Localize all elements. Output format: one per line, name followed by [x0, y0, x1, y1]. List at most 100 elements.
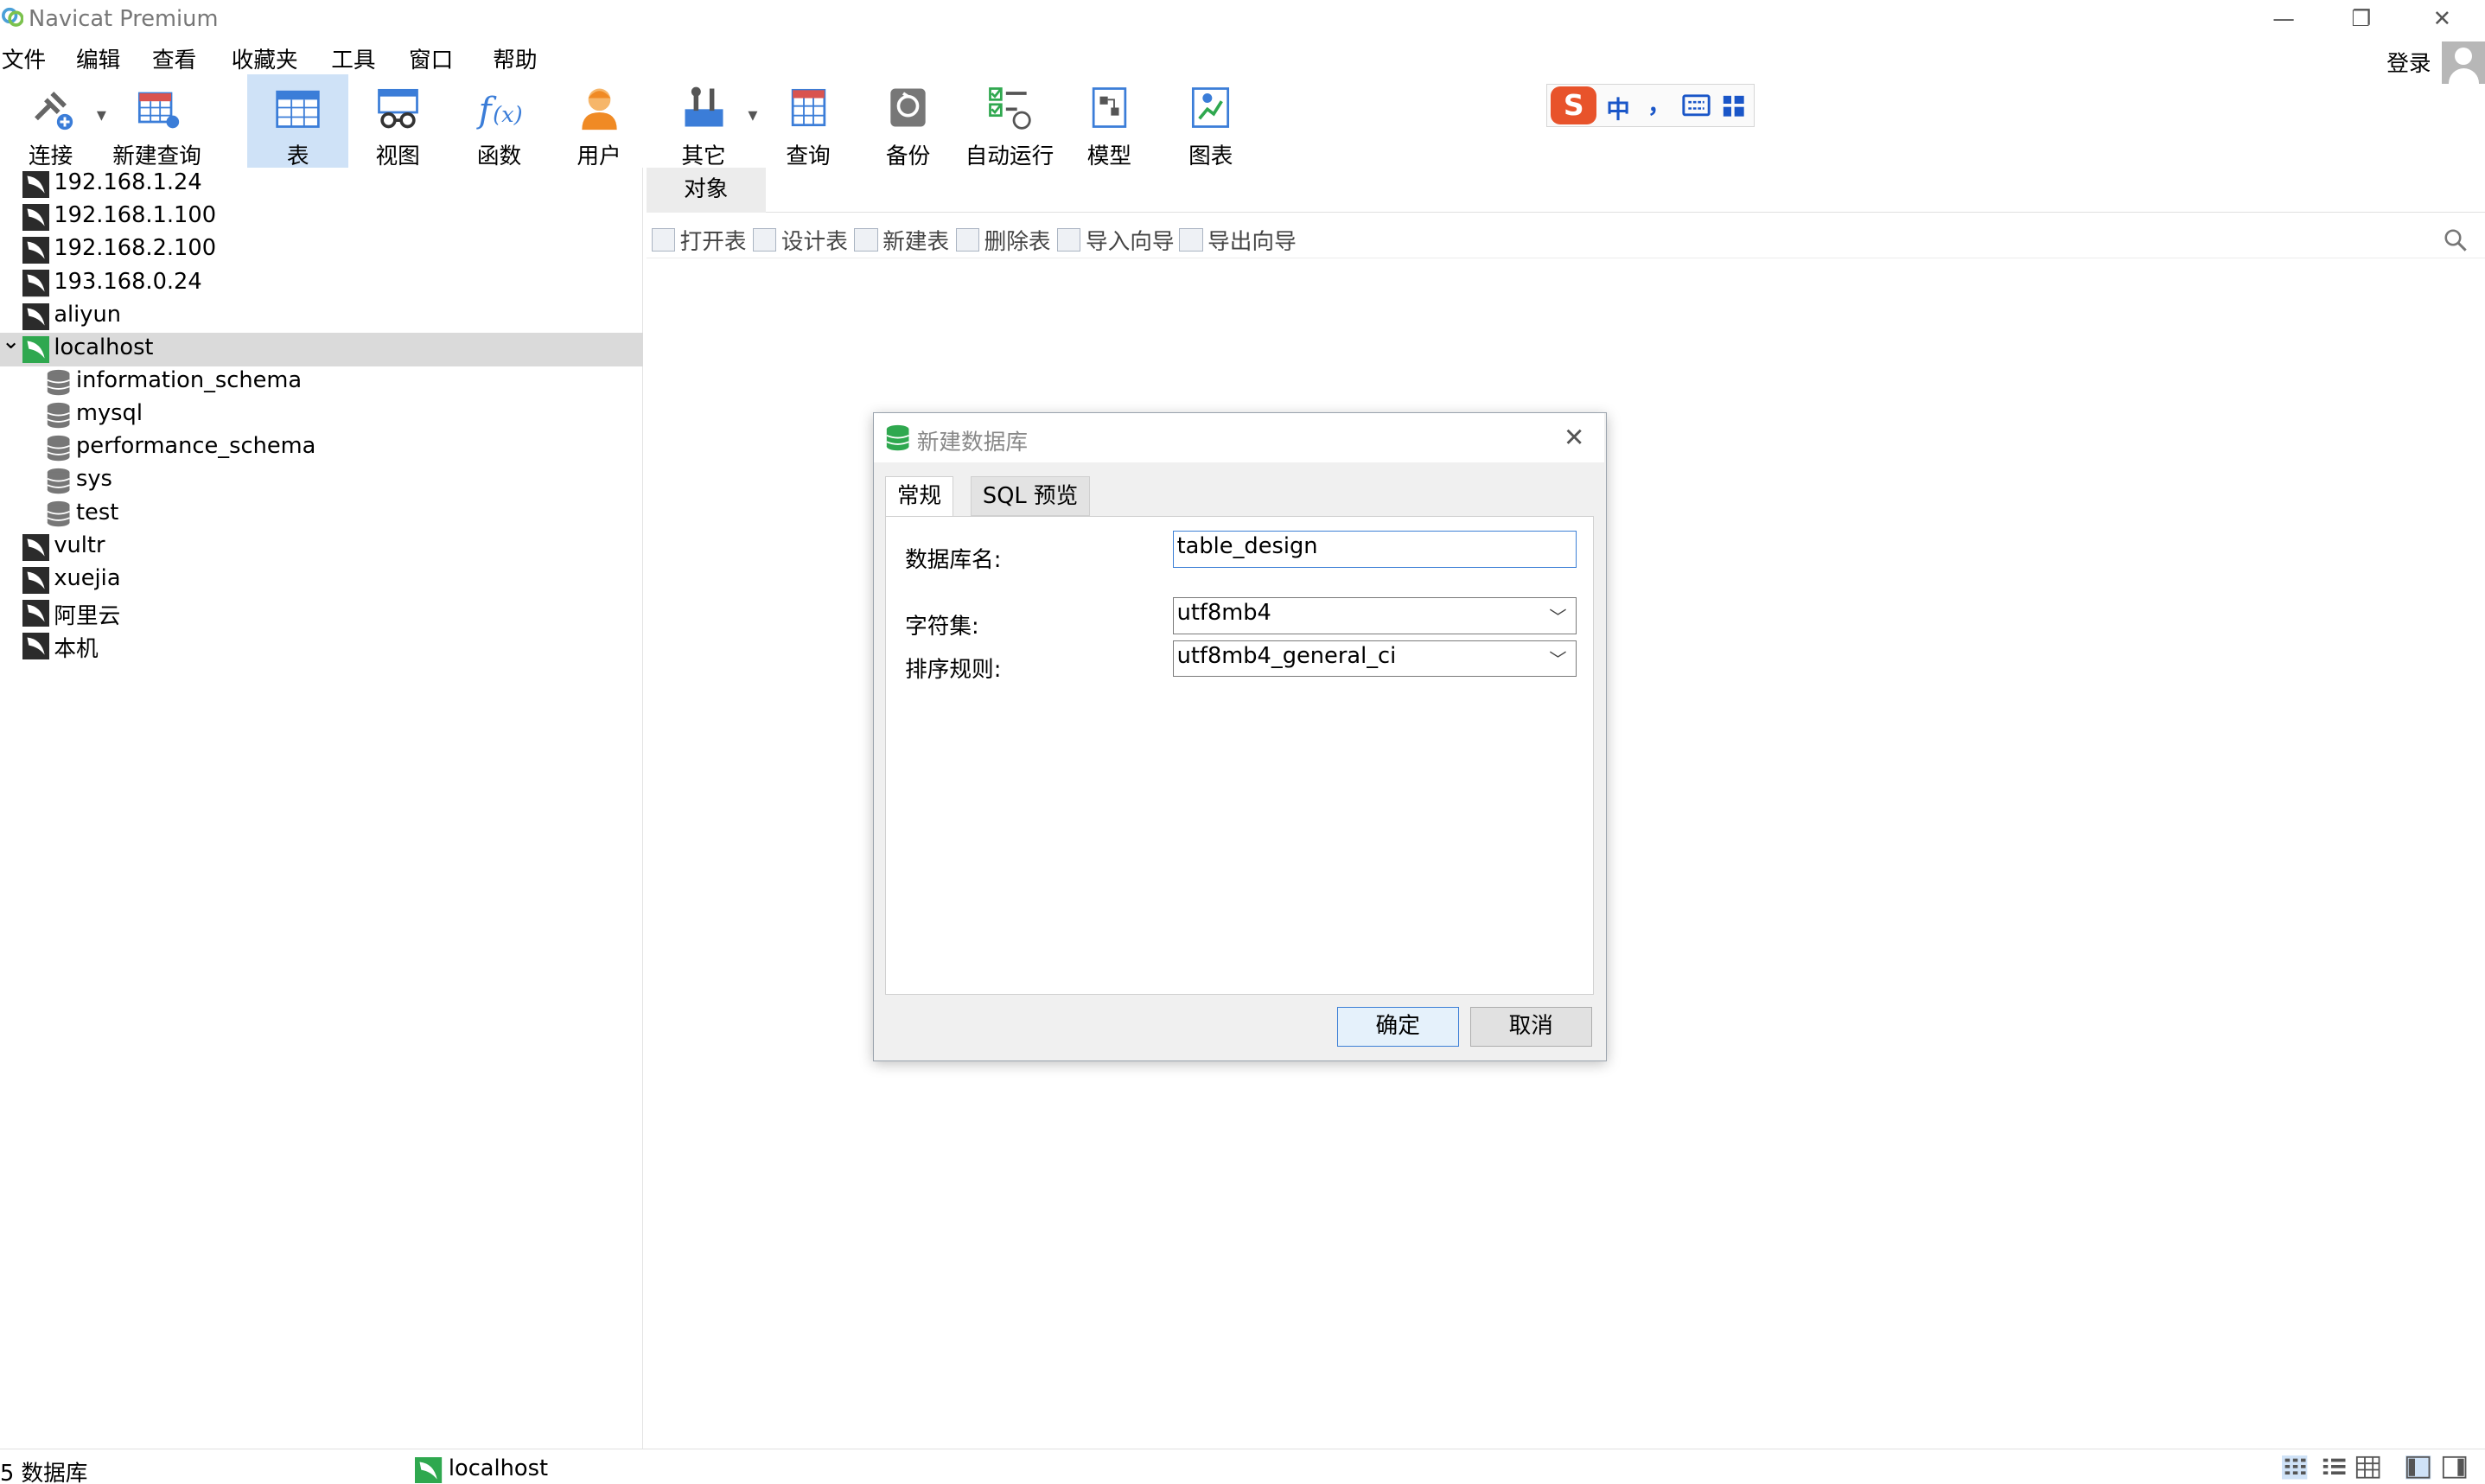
model-button[interactable]: 模型	[1068, 74, 1150, 169]
other-button[interactable]: 其它	[662, 74, 744, 169]
menu-view[interactable]: 查看	[152, 42, 196, 74]
tree-connection-item[interactable]: ⌄ localhost	[0, 328, 644, 366]
open-table-icon	[651, 227, 676, 252]
automation-button[interactable]: 自动运行	[962, 74, 1057, 169]
other-label: 其它	[681, 143, 726, 169]
tree-connection-item[interactable]: aliyun	[0, 300, 643, 334]
tree-connection-item[interactable]: 本机	[0, 629, 643, 663]
sogou-logo-icon: S	[1551, 86, 1597, 124]
new-table-icon	[854, 227, 878, 252]
db-name-label: 数据库名:	[905, 547, 1002, 574]
avatar[interactable]	[2442, 41, 2485, 85]
mysql-connection-icon	[22, 270, 49, 297]
tree-database-item[interactable]: test	[0, 498, 643, 532]
tree-database-item[interactable]: information_schema	[0, 366, 643, 399]
collation-value: utf8mb4_general_ci	[1176, 642, 1397, 669]
view-glasses-icon	[377, 89, 418, 129]
menu-window[interactable]: 窗口	[409, 42, 453, 74]
tree-connection-item[interactable]: 193.168.0.24	[0, 267, 643, 301]
menu-help[interactable]: 帮助	[493, 42, 537, 74]
import-wizard-button[interactable]: 导入向导	[1056, 224, 1175, 256]
design-table-button[interactable]: 设计表	[752, 224, 848, 256]
keyboard-icon[interactable]	[1682, 94, 1711, 117]
tab-sql-preview[interactable]: SQL 预览	[971, 476, 1090, 516]
grid-view-icon[interactable]	[2282, 1455, 2308, 1480]
chevron-down-icon: ﹀	[1549, 649, 1567, 671]
ok-button[interactable]: 确定	[1336, 1007, 1459, 1048]
new-table-button[interactable]: 新建表	[854, 224, 949, 256]
tree-database-item[interactable]: sys	[0, 465, 643, 499]
tree-item-label: performance_schema	[76, 433, 316, 460]
new-query-icon	[137, 92, 180, 129]
mysql-connection-icon	[22, 237, 49, 264]
tree-connection-item[interactable]: 192.168.2.100	[0, 234, 643, 268]
tab-objects[interactable]: 对象	[647, 168, 766, 213]
connect-button[interactable]: 连接	[10, 74, 92, 169]
mysql-connection-icon	[22, 533, 49, 561]
ime-mode[interactable]: 中	[1606, 90, 1630, 124]
other-dropdown-icon[interactable]: ▾	[748, 105, 757, 126]
tree-connection-item[interactable]: 192.168.1.100	[0, 201, 643, 234]
tree-database-item[interactable]: mysql	[0, 398, 643, 432]
chevron-down-icon[interactable]: ⌄	[2, 328, 21, 354]
menu-edit[interactable]: 编辑	[76, 42, 120, 74]
new-database-dialog: 新建数据库 ✕ 常规 SQL 预览 数据库名: table_design 字符集…	[873, 411, 1608, 1062]
main-tab-bar: 对象	[647, 168, 2485, 213]
db-name-input[interactable]: table_design	[1172, 531, 1577, 568]
menu-bar: 文件 编辑 查看 收藏夹 工具 窗口 帮助	[0, 41, 2485, 73]
login-link[interactable]: 登录	[2386, 46, 2431, 78]
export-icon	[1179, 227, 1203, 252]
tree-connection-item[interactable]: 阿里云	[0, 596, 643, 630]
detail-view-icon[interactable]	[2355, 1455, 2380, 1480]
tree-item-label: 192.168.1.100	[54, 202, 217, 229]
model-label: 模型	[1086, 143, 1132, 169]
list-view-icon[interactable]	[2322, 1455, 2347, 1480]
tree-item-label: 本机	[54, 636, 99, 663]
backup-button[interactable]: 备份	[867, 74, 949, 169]
connect-dropdown-icon[interactable]: ▾	[97, 105, 106, 126]
tree-database-item[interactable]: performance_schema	[0, 431, 643, 465]
import-wizard-label: 导入向导	[1085, 228, 1175, 255]
automation-label: 自动运行	[965, 143, 1055, 169]
ime-menu-grid-icon[interactable]	[1722, 94, 1746, 118]
close-window-button[interactable]: ✕	[2404, 0, 2480, 40]
search-icon[interactable]	[2444, 228, 2468, 252]
collation-select[interactable]: utf8mb4_general_ci ﹀	[1172, 640, 1577, 678]
menu-file[interactable]: 文件	[2, 42, 46, 74]
automation-checklist-icon	[989, 87, 1032, 130]
tree-connection-item[interactable]: xuejia	[0, 564, 643, 597]
open-table-button[interactable]: 打开表	[651, 224, 747, 256]
minimize-button[interactable]: —	[2246, 0, 2322, 40]
ime-punct[interactable]: ，	[1647, 85, 1672, 119]
tab-general[interactable]: 常规	[885, 476, 954, 518]
menu-favorites[interactable]: 收藏夹	[232, 42, 298, 74]
tree-connection-item[interactable]: 192.168.1.24	[0, 168, 643, 201]
tree-item-label: test	[76, 499, 119, 525]
export-wizard-button[interactable]: 导出向导	[1179, 224, 1297, 256]
tree-connection-item[interactable]: vultr	[0, 531, 643, 564]
query-button[interactable]: 查询	[767, 74, 849, 169]
user-button[interactable]: 用户	[558, 74, 640, 169]
query-label: 查询	[786, 143, 831, 169]
panel-left-icon[interactable]	[2405, 1455, 2431, 1480]
charset-value: utf8mb4	[1176, 600, 1271, 627]
menu-tools[interactable]: 工具	[331, 42, 375, 74]
tree-item-label: aliyun	[54, 301, 122, 328]
restore-button[interactable]: ❐	[2323, 0, 2399, 40]
chart-button[interactable]: 图表	[1169, 74, 1252, 169]
chevron-down-icon: ﹀	[1549, 606, 1567, 627]
cancel-button[interactable]: 取消	[1469, 1007, 1592, 1048]
view-button[interactable]: 视图	[357, 74, 439, 169]
dialog-close-icon[interactable]: ✕	[1564, 423, 1585, 452]
model-icon	[1092, 87, 1127, 129]
mysql-connection-icon	[415, 1456, 443, 1484]
new-query-button[interactable]: 新建查询	[111, 74, 202, 169]
charset-select[interactable]: utf8mb4 ﹀	[1172, 597, 1577, 634]
function-button[interactable]: f (x) 函数	[458, 74, 540, 169]
panel-right-icon[interactable]	[2442, 1455, 2467, 1480]
dialog-title-bar: 新建数据库 ✕	[874, 412, 1605, 462]
export-wizard-label: 导出向导	[1207, 228, 1297, 255]
table-button[interactable]: 表	[247, 74, 349, 169]
ime-toolbar[interactable]: S 中 ，	[1546, 84, 1755, 127]
delete-table-button[interactable]: 删除表	[955, 224, 1051, 256]
